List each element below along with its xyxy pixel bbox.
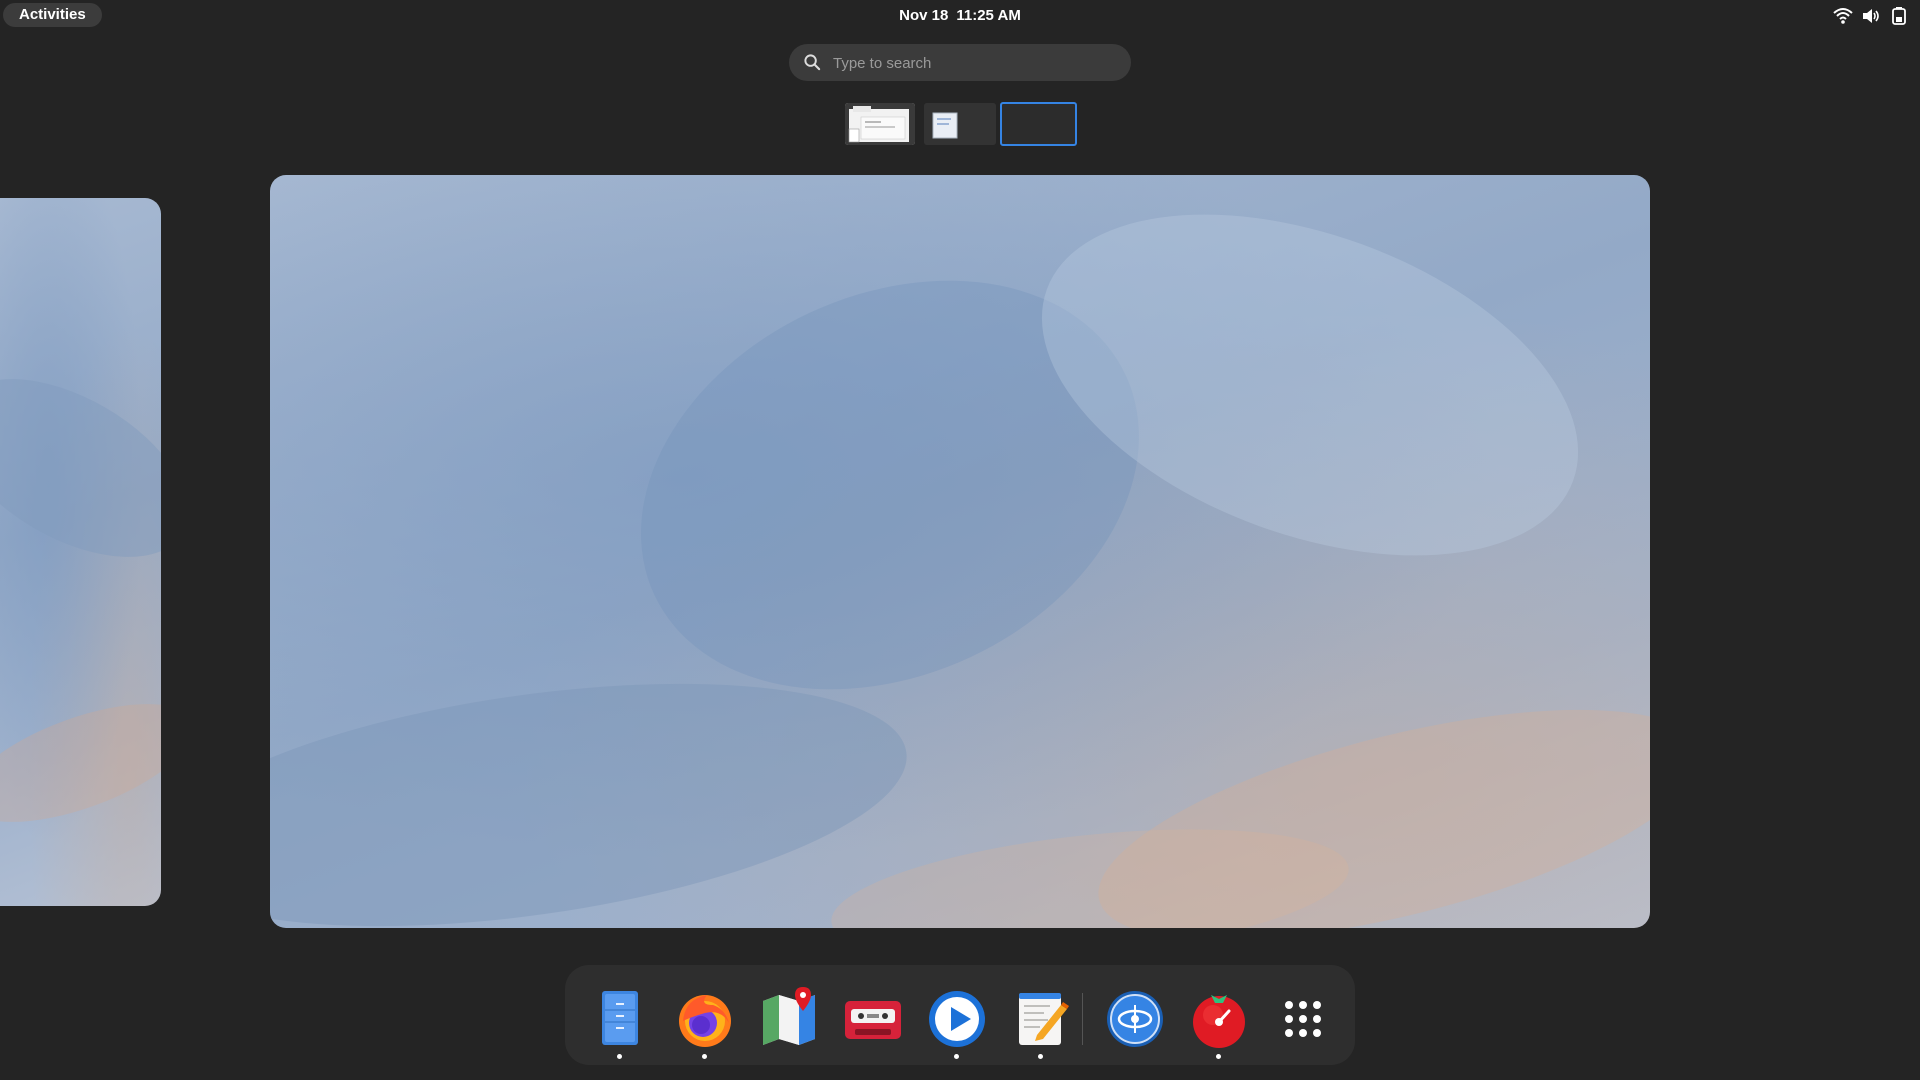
dash-item-tape-recorder[interactable] — [841, 987, 905, 1051]
running-indicator — [1216, 1054, 1221, 1059]
show-applications-button[interactable] — [1271, 987, 1335, 1051]
search-bar[interactable] — [789, 44, 1131, 83]
remote-icon — [1107, 991, 1163, 1047]
volume-icon[interactable] — [1860, 5, 1882, 27]
workspace-thumbnail-1[interactable] — [845, 103, 915, 145]
wifi-icon[interactable] — [1832, 5, 1854, 27]
system-tray[interactable] — [1832, 4, 1910, 28]
tomato-icon — [1193, 995, 1245, 1048]
dash-item-files[interactable] — [588, 987, 652, 1059]
clock-date[interactable]: Nov 18 — [899, 7, 948, 24]
dash-item-pomodoro[interactable] — [1187, 987, 1251, 1059]
dash-item-firefox[interactable] — [673, 987, 737, 1059]
dash-separator — [1082, 993, 1083, 1045]
running-indicator — [954, 1054, 959, 1059]
cassette-icon — [845, 1001, 901, 1039]
maps-icon — [763, 987, 815, 1045]
firefox-icon — [679, 995, 731, 1047]
dash-item-media-player[interactable] — [925, 987, 989, 1059]
dash — [565, 965, 1355, 1065]
search-input[interactable] — [831, 44, 1115, 83]
running-indicator — [702, 1054, 707, 1059]
desktop-overview: Activities Nov 18 11:25 AM — [0, 0, 1920, 1080]
clock-time[interactable]: 11:25 AM — [956, 7, 1020, 24]
files-icon — [602, 991, 638, 1045]
workspace-thumbnail-2[interactable] — [924, 103, 996, 145]
workspace-preview-current[interactable] — [270, 175, 1650, 928]
dash-item-text-editor[interactable] — [1009, 987, 1073, 1059]
top-bar: Activities Nov 18 11:25 AM — [0, 0, 1920, 32]
dash-item-remote-desktop[interactable] — [1103, 987, 1167, 1051]
app-grid-icon — [1285, 1001, 1321, 1037]
activities-button[interactable]: Activities — [3, 3, 102, 27]
text-editor-icon — [1019, 993, 1069, 1045]
running-indicator — [1038, 1054, 1043, 1059]
running-indicator — [617, 1054, 622, 1059]
play-icon — [929, 991, 985, 1047]
workspace-preview-previous[interactable] — [0, 198, 161, 906]
clock[interactable]: Nov 18 11:25 AM — [0, 0, 1920, 32]
workspace-thumbnail-3[interactable] — [1000, 102, 1077, 146]
battery-icon[interactable] — [1888, 5, 1910, 27]
dash-item-maps[interactable] — [757, 987, 821, 1051]
search-icon — [804, 54, 821, 71]
